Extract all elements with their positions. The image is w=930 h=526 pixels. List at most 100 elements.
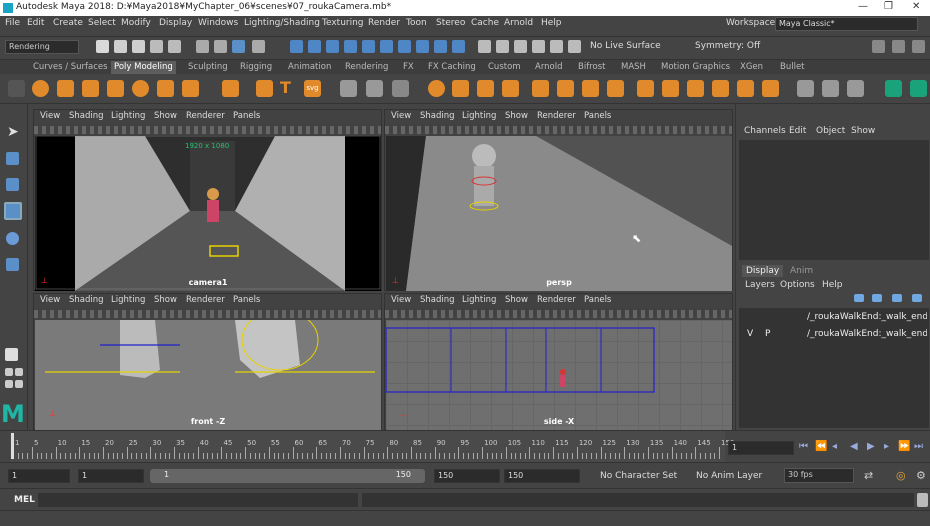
panel-menu-shading[interactable]: Shading	[420, 295, 455, 305]
shelf-tab-bullet[interactable]: Bullet	[780, 62, 805, 72]
panel-menu-panels[interactable]: Panels	[233, 295, 260, 305]
poly-platonic-icon[interactable]	[222, 80, 239, 97]
uv-editor-icon[interactable]	[366, 80, 383, 97]
panel-menu-lighting[interactable]: Lighting	[462, 111, 496, 121]
grab-brush-icon[interactable]	[910, 80, 927, 97]
panel-toolbar[interactable]	[34, 123, 381, 136]
menu-display[interactable]: Display	[159, 18, 192, 28]
layers-menu[interactable]: Layers	[745, 280, 775, 290]
channel-show-menu[interactable]: Show	[851, 126, 875, 136]
menu-help[interactable]: Help	[541, 18, 562, 28]
channel-list[interactable]	[739, 140, 929, 260]
layer-tab-anim[interactable]: Anim	[790, 266, 813, 276]
smooth-icon[interactable]	[532, 80, 549, 97]
panel-menu-renderer[interactable]: Renderer	[537, 111, 576, 121]
layer-name[interactable]: /_roukaWalkEnd:_walk_end:_ca	[807, 329, 927, 339]
workspace-dropdown[interactable]: Maya Classic*	[775, 17, 918, 31]
menu-toon[interactable]: Toon	[406, 18, 427, 28]
playback-end-field[interactable]: 150	[434, 469, 500, 483]
current-time-marker[interactable]	[11, 433, 14, 459]
poly-torus-icon[interactable]	[132, 80, 149, 97]
sidebar-toggle-icon[interactable]	[872, 40, 885, 53]
undo-icon[interactable]	[150, 40, 163, 53]
shelf-tab-mash[interactable]: MASH	[621, 62, 646, 72]
select-hierarchy-icon[interactable]	[196, 40, 209, 53]
edge-loop-icon[interactable]	[822, 80, 839, 97]
animation-end-field[interactable]: 150	[504, 469, 580, 483]
menu-texturing[interactable]: Texturing	[322, 18, 364, 28]
shelf-tab-rigging[interactable]: Rigging	[240, 62, 272, 72]
panel-menu-show[interactable]: Show	[505, 295, 528, 305]
loop-icon[interactable]: ⇄	[864, 469, 873, 482]
channel-edit-menu[interactable]: Edit	[789, 126, 806, 136]
layer-row[interactable]: /_roukaWalkEnd:_walk_end:cat	[739, 311, 929, 324]
type-text-icon[interactable]: T	[280, 78, 297, 97]
select-object-icon[interactable]	[214, 40, 227, 53]
animation-start-field[interactable]: 1	[8, 469, 70, 483]
menu-modify[interactable]: Modify	[121, 18, 151, 28]
snap-live-icon[interactable]	[362, 40, 375, 53]
go-to-start-icon[interactable]: ⏮	[799, 441, 808, 452]
menu-select[interactable]: Select	[88, 18, 116, 28]
panel-menu-shading[interactable]: Shading	[69, 111, 104, 121]
layer-tab-display[interactable]: Display	[742, 265, 784, 277]
poly-sphere-icon[interactable]	[32, 80, 49, 97]
shelf-tab-bifrost[interactable]: Bifrost	[578, 62, 605, 72]
menuset-dropdown[interactable]: Rendering	[5, 40, 79, 54]
xyz-icon[interactable]	[392, 80, 409, 97]
menu-render[interactable]: Render	[368, 18, 400, 28]
sculpt-brush-icon[interactable]	[885, 80, 902, 97]
paint-select-tool-icon[interactable]	[6, 178, 19, 191]
panel-toolbar[interactable]	[385, 307, 732, 320]
panel-menu-panels[interactable]: Panels	[584, 111, 611, 121]
channel-box-toggle-icon[interactable]	[912, 40, 925, 53]
fps-dropdown[interactable]: 30 fps	[784, 468, 854, 483]
panel-menu-view[interactable]: View	[391, 295, 411, 305]
panel-menu-shading[interactable]: Shading	[69, 295, 104, 305]
magnet-curve-icon[interactable]	[496, 40, 509, 53]
append-icon[interactable]	[687, 80, 704, 97]
bridge-icon[interactable]	[607, 80, 624, 97]
layer-playback-toggle[interactable]: P	[765, 329, 770, 339]
attribute-editor-toggle-icon[interactable]	[892, 40, 905, 53]
super-shape-icon[interactable]	[256, 80, 273, 97]
panel-menu-renderer[interactable]: Renderer	[186, 111, 225, 121]
panel-menu-panels[interactable]: Panels	[233, 111, 260, 121]
select-tool-icon[interactable]: ➤	[7, 124, 20, 140]
symmetry-dropdown[interactable]: Symmetry: Off	[695, 41, 760, 51]
close-icon[interactable]: ✕	[912, 1, 920, 12]
panel-menu-view[interactable]: View	[391, 111, 411, 121]
shelf-tab-animation[interactable]: Animation	[288, 62, 331, 72]
layout-single-icon[interactable]	[5, 348, 18, 361]
redo-icon[interactable]	[168, 40, 181, 53]
bevel-icon[interactable]	[662, 80, 679, 97]
slide-edge-icon[interactable]	[847, 80, 864, 97]
restore-icon[interactable]: ❐	[884, 1, 893, 12]
extract-icon[interactable]	[477, 80, 494, 97]
minimize-icon[interactable]: —	[858, 1, 868, 12]
scale-tool-icon[interactable]	[6, 258, 19, 271]
menu-create[interactable]: Create	[53, 18, 83, 28]
shelf-tab-custom[interactable]: Custom	[488, 62, 521, 72]
fill-hole-icon[interactable]	[712, 80, 729, 97]
poly-cube-icon[interactable]	[57, 80, 74, 97]
menu-edit[interactable]: Edit	[27, 18, 44, 28]
snap-grid-icon[interactable]	[290, 40, 303, 53]
script-editor-icon[interactable]	[917, 493, 928, 507]
lock-icon[interactable]	[416, 40, 429, 53]
layout-side-icon[interactable]	[15, 368, 23, 376]
panel-menu-show[interactable]: Show	[154, 295, 177, 305]
snap-view-plane-icon[interactable]	[344, 40, 357, 53]
snap-point-icon[interactable]	[326, 40, 339, 53]
boolean-icon[interactable]	[502, 80, 519, 97]
panel-menu-panels[interactable]: Panels	[584, 295, 611, 305]
go-to-end-icon[interactable]: ⏭	[914, 441, 923, 452]
menu-file[interactable]: File	[5, 18, 20, 28]
snap-curve-icon[interactable]	[308, 40, 321, 53]
shelf-tab-motion-graphics[interactable]: Motion Graphics	[661, 62, 730, 72]
panel-menu-view[interactable]: View	[40, 295, 60, 305]
current-frame-field[interactable]: 1	[728, 441, 794, 455]
live-surface-icon[interactable]	[568, 40, 581, 53]
layer-options-menu[interactable]: Options	[780, 280, 815, 290]
anim-layer-dropdown[interactable]: No Anim Layer	[696, 471, 762, 481]
